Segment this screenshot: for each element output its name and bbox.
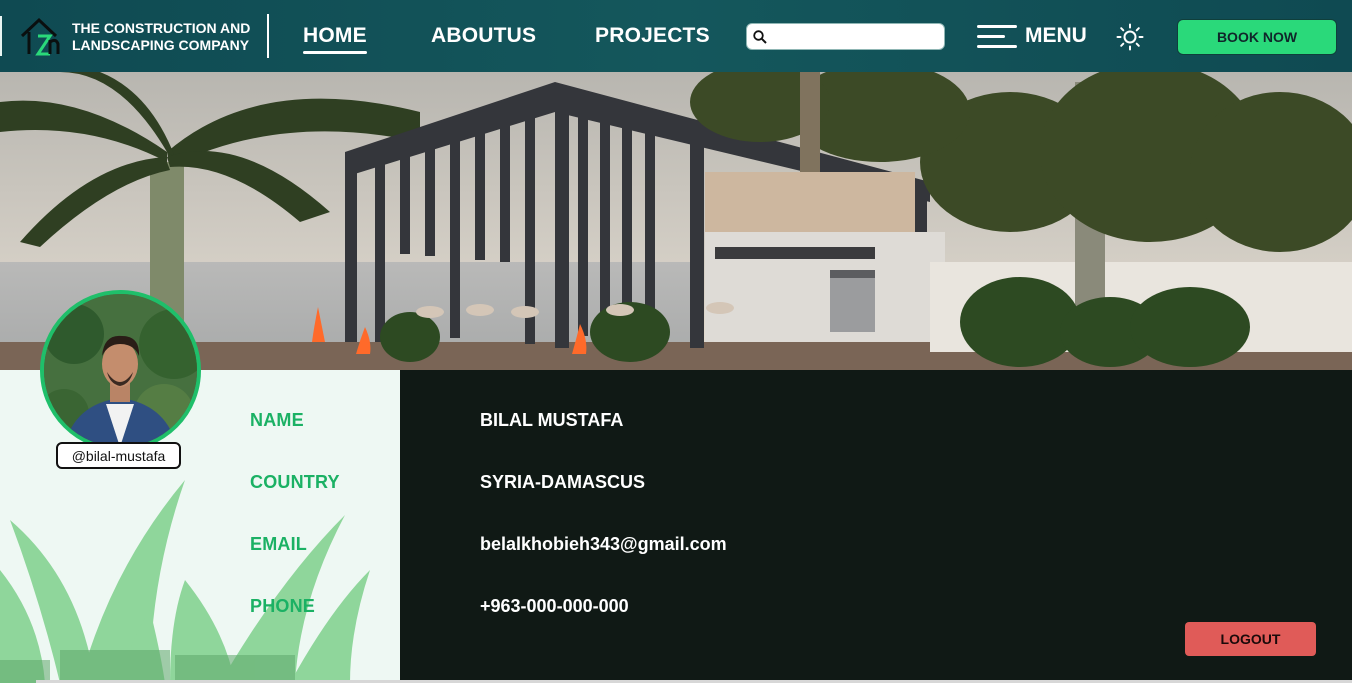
phone-label: PHONE [250, 596, 316, 616]
hero-banner-image [0, 72, 1352, 370]
phone-value: +963-000-000-000 [480, 596, 629, 616]
house-logo-icon [20, 17, 60, 56]
search-input[interactable] [771, 25, 941, 48]
brand-divider [267, 14, 269, 58]
top-navbar: THE CONSTRUCTION AND LANDSCAPING COMPANY… [0, 0, 1352, 72]
hamburger-icon [977, 24, 1017, 48]
email-value: belalkhobieh343@gmail.com [480, 534, 727, 554]
name-label: NAME [250, 410, 304, 430]
avatar [40, 290, 201, 451]
sun-icon [1116, 23, 1144, 51]
search-icon [753, 29, 767, 44]
brand-line-1: THE CONSTRUCTION AND [72, 20, 251, 36]
profile-right-panel: BILAL MUSTAFA SYRIA-DAMASCUS belalkhobie… [400, 370, 1352, 683]
theme-toggle[interactable] [1116, 23, 1144, 51]
logout-button[interactable]: LOGOUT [1185, 622, 1316, 656]
menu-label: MENU [1025, 24, 1087, 47]
username-handle: @bilal-mustafa [56, 442, 181, 469]
email-label: EMAIL [250, 534, 307, 554]
brand[interactable]: THE CONSTRUCTION AND LANDSCAPING COMPANY [20, 14, 250, 58]
search-box[interactable] [746, 23, 945, 50]
name-value: BILAL MUSTAFA [480, 410, 624, 430]
avatar-photo [44, 294, 197, 447]
brand-line-2: LANDSCAPING COMPANY [72, 37, 250, 53]
nav-link-projects[interactable]: PROJECTS [595, 24, 710, 48]
menu-button[interactable]: MENU [977, 24, 1087, 48]
country-value: SYRIA-DAMASCUS [480, 472, 646, 492]
nav-link-home[interactable]: HOME [303, 24, 367, 54]
nav-edge-divider [0, 16, 2, 56]
country-label: COUNTRY [250, 472, 340, 492]
nav-link-aboutus[interactable]: ABOUTUS [431, 24, 536, 48]
brand-name: THE CONSTRUCTION AND LANDSCAPING COMPANY [72, 20, 272, 54]
book-now-button[interactable]: BOOK NOW [1177, 19, 1337, 55]
